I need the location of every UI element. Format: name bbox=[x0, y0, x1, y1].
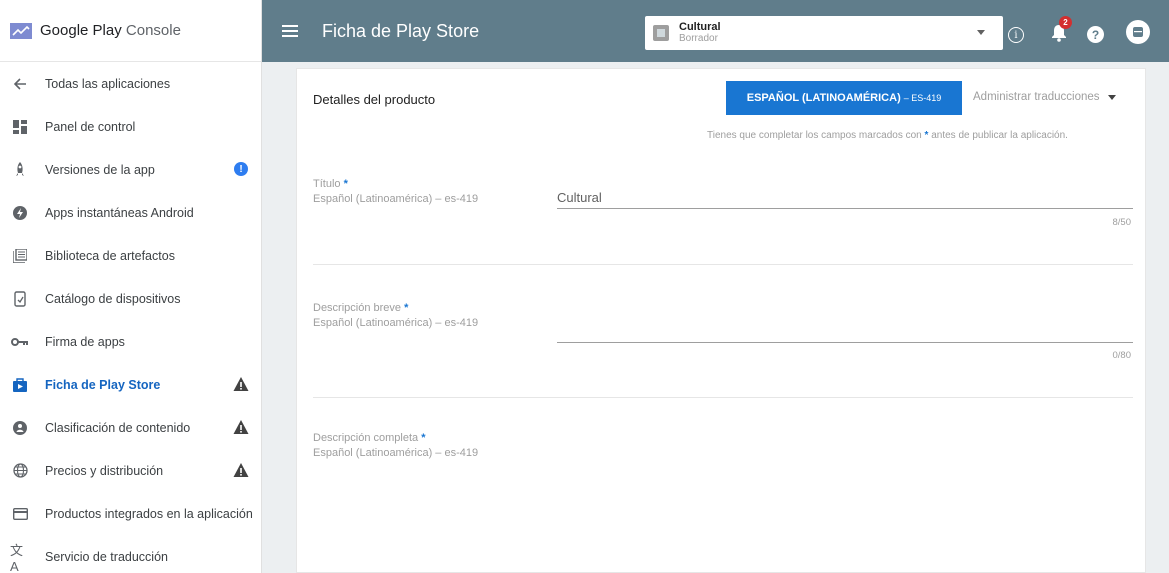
title-input[interactable] bbox=[557, 187, 1133, 209]
app-status: Borrador bbox=[679, 33, 718, 44]
brand[interactable]: Google Play Console bbox=[0, 0, 261, 62]
warning-icon bbox=[233, 420, 249, 434]
sidebar-item-label: Apps instantáneas Android bbox=[45, 205, 194, 220]
play-console-logo bbox=[10, 22, 32, 39]
avatar[interactable] bbox=[1126, 20, 1150, 44]
sidebar-item-label: Catálogo de dispositivos bbox=[45, 291, 181, 306]
full-description-label: Descripción completa * Español (Latinoam… bbox=[313, 432, 479, 459]
divider bbox=[313, 397, 1133, 398]
title-char-counter: 8/50 bbox=[1112, 217, 1132, 228]
divider bbox=[313, 264, 1133, 265]
manage-translations-dropdown[interactable]: Administrar traducciones bbox=[973, 91, 1116, 103]
app-selector[interactable]: Cultural Borrador bbox=[645, 16, 1003, 50]
product-details-card: Detalles del producto ESPAÑOL (LATINOAMÉ… bbox=[296, 68, 1146, 573]
page-title: Ficha de Play Store bbox=[322, 20, 480, 41]
sidebar-item-store-listing[interactable]: Ficha de Play Store bbox=[0, 363, 261, 406]
title-field-label: Título * Español (Latinoamérica) – es-41… bbox=[313, 178, 479, 205]
sidebar-item-label: Servicio de traducción bbox=[45, 549, 168, 564]
language-button[interactable]: ESPAÑOL (LATINOAMÉRICA) – ES-419 bbox=[726, 81, 962, 115]
short-description-input[interactable] bbox=[557, 321, 1133, 343]
sidebar-item-releases[interactable]: Versiones de la app ! bbox=[0, 148, 261, 191]
sidebar-item-label: Versiones de la app bbox=[45, 162, 155, 177]
sidebar-item-label: Productos integrados en la aplicación bbox=[45, 506, 253, 521]
instant-app-icon bbox=[10, 203, 30, 223]
sidebar-item-in-app-products[interactable]: Productos integrados en la aplicación bbox=[0, 492, 261, 535]
sidebar-item-translation-service[interactable]: 文A Servicio de traducción bbox=[0, 535, 261, 573]
key-icon bbox=[10, 332, 30, 352]
sidebar-item-content-rating[interactable]: Clasificación de contenido bbox=[0, 406, 261, 449]
sidebar-item-device-catalog[interactable]: Catálogo de dispositivos bbox=[0, 277, 261, 320]
sidebar-item-label: Biblioteca de artefactos bbox=[45, 248, 175, 263]
warning-icon bbox=[233, 377, 249, 391]
chevron-down-icon bbox=[1107, 94, 1116, 100]
notification-count-badge: 2 bbox=[1059, 16, 1072, 29]
rating-icon bbox=[10, 418, 30, 438]
arrow-left-icon bbox=[10, 74, 30, 94]
chevron-down-icon bbox=[977, 30, 985, 35]
sidebar-item-app-signing[interactable]: Firma de apps bbox=[0, 320, 261, 363]
sidebar-item-label: Clasificación de contenido bbox=[45, 420, 191, 435]
alert-badge: ! bbox=[234, 162, 248, 176]
sidebar-item-dashboard[interactable]: Panel de control bbox=[0, 105, 261, 148]
app-name: Cultural bbox=[679, 21, 721, 33]
dashboard-icon bbox=[10, 117, 30, 137]
short-description-char-counter: 0/80 bbox=[1112, 350, 1132, 361]
info-icon[interactable]: i bbox=[1008, 27, 1024, 43]
brand-name: Google Play Console bbox=[40, 22, 181, 39]
rocket-icon bbox=[10, 160, 30, 180]
menu-icon[interactable] bbox=[282, 25, 298, 37]
required-fields-notice: Tienes que completar los campos marcados… bbox=[707, 130, 1068, 141]
sidebar-item-label: Panel de control bbox=[45, 119, 136, 134]
sidebar: Google Play Console Todas las aplicacion… bbox=[0, 0, 262, 573]
sidebar-item-all-apps[interactable]: Todas las aplicaciones bbox=[0, 62, 261, 105]
help-icon[interactable]: ? bbox=[1087, 26, 1104, 43]
sidebar-item-artifact-library[interactable]: Biblioteca de artefactos bbox=[0, 234, 261, 277]
sidebar-item-label: Ficha de Play Store bbox=[45, 377, 161, 392]
manage-translations-label: Administrar traducciones bbox=[973, 91, 1100, 103]
sidebar-item-pricing-distribution[interactable]: Precios y distribución bbox=[0, 449, 261, 492]
translate-icon: 文A bbox=[10, 542, 24, 573]
section-title: Detalles del producto bbox=[313, 92, 436, 107]
warning-icon bbox=[233, 463, 249, 477]
library-icon bbox=[10, 246, 30, 266]
sidebar-item-label: Todas las aplicaciones bbox=[45, 76, 171, 91]
top-bar: Ficha de Play Store Cultural Borrador i … bbox=[262, 0, 1169, 62]
app-icon bbox=[653, 25, 669, 41]
language-code: – ES-419 bbox=[903, 93, 942, 103]
sidebar-item-label: Precios y distribución bbox=[45, 463, 164, 478]
card-icon bbox=[10, 504, 30, 524]
sidebar-item-label: Firma de apps bbox=[45, 334, 125, 349]
sidebar-item-instant-apps[interactable]: Apps instantáneas Android bbox=[0, 191, 261, 234]
store-icon bbox=[10, 375, 30, 395]
device-icon bbox=[10, 289, 30, 309]
language-label: ESPAÑOL (LATINOAMÉRICA) bbox=[746, 92, 901, 104]
short-description-label: Descripción breve * Español (Latinoaméri… bbox=[313, 302, 479, 329]
globe-icon bbox=[10, 461, 30, 481]
